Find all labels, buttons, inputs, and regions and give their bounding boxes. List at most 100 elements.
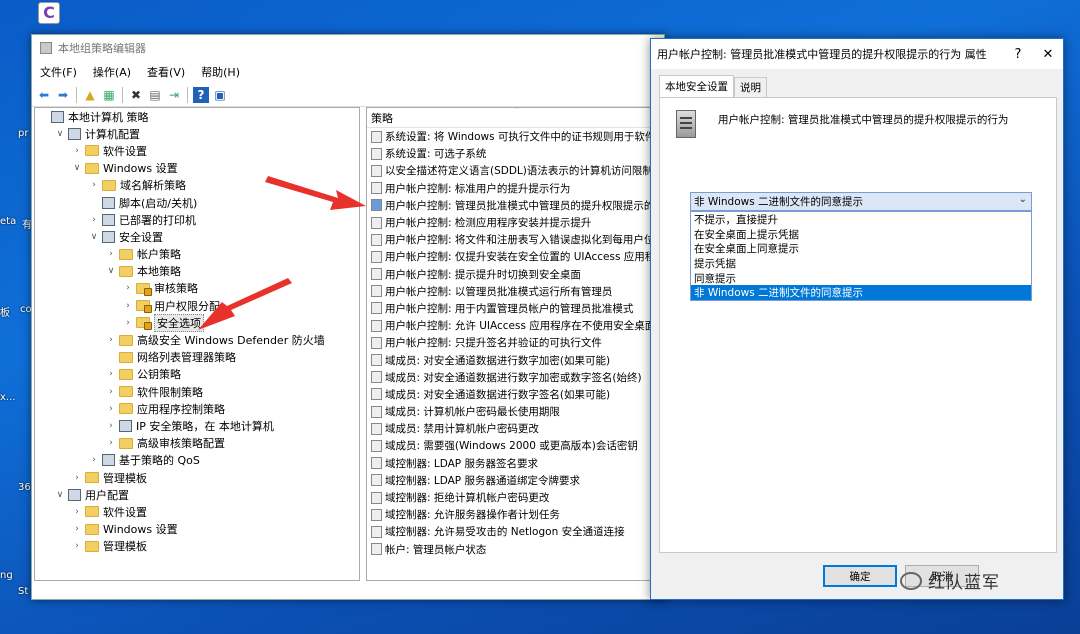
expand-right-icon[interactable]: ›: [122, 283, 134, 293]
policy-row[interactable]: 域成员: 对安全通道数据进行数字加密(如果可能): [367, 351, 659, 368]
expand-down-icon[interactable]: ∨: [54, 129, 66, 139]
menu-view[interactable]: 查看(V): [145, 62, 187, 82]
dropdown-option[interactable]: 非 Windows 二进制文件的同意提示: [691, 285, 1031, 301]
tree-item[interactable]: › 管理模板: [35, 538, 359, 555]
dropdown-option[interactable]: 不提示，直接提升: [691, 212, 1031, 227]
expand-down-icon[interactable]: ∨: [88, 232, 100, 242]
tree-item[interactable]: ∨ 本地策略: [35, 263, 359, 280]
policy-row[interactable]: 帐户: 管理员帐户状态: [367, 541, 659, 558]
expand-right-icon[interactable]: ›: [105, 404, 117, 414]
up-folder-icon[interactable]: ▲: [82, 87, 98, 103]
properties-icon[interactable]: ▤: [147, 87, 163, 103]
tree-item[interactable]: › Windows 设置: [35, 521, 359, 538]
tree-item[interactable]: 本地计算机 策略: [35, 108, 359, 125]
expand-down-icon[interactable]: ∨: [54, 490, 66, 500]
policy-row[interactable]: 域控制器: LDAP 服务器签名要求: [367, 455, 659, 472]
forward-icon[interactable]: ➡: [55, 87, 71, 103]
menu-file[interactable]: 文件(F): [38, 62, 79, 82]
dropdown-option[interactable]: 同意提示: [691, 271, 1031, 286]
expand-right-icon[interactable]: ›: [105, 438, 117, 448]
tree-item[interactable]: › 管理模板: [35, 469, 359, 486]
tree-item[interactable]: ∨ Windows 设置: [35, 160, 359, 177]
tree-item[interactable]: ∨ 安全设置: [35, 228, 359, 245]
help-icon[interactable]: ?: [193, 86, 209, 103]
dropdown-option[interactable]: 在安全桌面上提示凭据: [691, 227, 1031, 242]
tree-item[interactable]: › 高级安全 Windows Defender 防火墙: [35, 331, 359, 348]
expand-right-icon[interactable]: ›: [122, 301, 134, 311]
export-list-icon[interactable]: ⇥: [166, 87, 182, 103]
show-tree-icon[interactable]: ▦: [101, 87, 117, 103]
tree-item[interactable]: › IP 安全策略，在 本地计算机: [35, 417, 359, 434]
policy-row[interactable]: 用户帐户控制: 用于内置管理员帐户的管理员批准模式: [367, 300, 659, 317]
expand-right-icon[interactable]: ›: [105, 387, 117, 397]
expand-right-icon[interactable]: ›: [105, 335, 117, 345]
policy-row[interactable]: 域控制器: 拒绝计算机帐户密码更改: [367, 489, 659, 506]
tree-item[interactable]: › 软件限制策略: [35, 383, 359, 400]
tree-item[interactable]: 网络列表管理器策略: [35, 349, 359, 366]
policy-row[interactable]: 域成员: 禁用计算机帐户密码更改: [367, 420, 659, 437]
window-titlebar[interactable]: 本地组策略编辑器: [32, 35, 664, 61]
tree-item[interactable]: › 用户权限分配: [35, 297, 359, 314]
tree-item[interactable]: › 软件设置: [35, 142, 359, 159]
desktop-app-icon[interactable]: C: [38, 2, 60, 24]
policy-row[interactable]: 用户帐户控制: 仅提升安装在安全位置的 UIAccess 应用程序: [367, 248, 659, 265]
tree-item[interactable]: › 公钥策略: [35, 366, 359, 383]
tab-local-security-setting[interactable]: 本地安全设置: [659, 75, 734, 97]
expand-right-icon[interactable]: ›: [71, 524, 83, 534]
expand-right-icon[interactable]: ›: [88, 455, 100, 465]
dropdown-option[interactable]: 在安全桌面上同意提示: [691, 241, 1031, 256]
prompt-behavior-dropdown[interactable]: 非 Windows 二进制文件的同意提示 ⌄: [690, 192, 1032, 211]
tree-item[interactable]: ∨ 用户配置: [35, 486, 359, 503]
expand-right-icon[interactable]: ›: [122, 318, 134, 328]
policy-row[interactable]: 域控制器: 允许服务器操作者计划任务: [367, 506, 659, 523]
policy-row[interactable]: 以安全描述符定义语言(SDDL)语法表示的计算机访问限制: [367, 162, 659, 179]
tree-item[interactable]: › 软件设置: [35, 503, 359, 520]
tree-item[interactable]: 脚本(启动/关机): [35, 194, 359, 211]
dialog-titlebar[interactable]: 用户帐户控制: 管理员批准模式中管理员的提升权限提示的行为 属性 ? ✕: [651, 39, 1063, 69]
tree-item[interactable]: › 基于策略的 QoS: [35, 452, 359, 469]
expand-right-icon[interactable]: ›: [71, 507, 83, 517]
policy-row[interactable]: 用户帐户控制: 只提升签名并验证的可执行文件: [367, 334, 659, 351]
tree-item[interactable]: ∨ 计算机配置: [35, 125, 359, 142]
policy-row[interactable]: 域控制器: LDAP 服务器通道绑定令牌要求: [367, 472, 659, 489]
expand-right-icon[interactable]: ›: [71, 473, 83, 483]
tab-explain[interactable]: 说明: [734, 77, 767, 97]
policy-row[interactable]: 域成员: 需要强(Windows 2000 或更高版本)会话密钥: [367, 437, 659, 454]
policy-row[interactable]: 域控制器: 允许易受攻击的 Netlogon 安全通道连接: [367, 523, 659, 540]
expand-right-icon[interactable]: ›: [105, 369, 117, 379]
tree-item[interactable]: › 审核策略: [35, 280, 359, 297]
expand-right-icon[interactable]: ›: [105, 421, 117, 431]
policy-row[interactable]: 系统设置: 可选子系统: [367, 145, 659, 162]
tree-item[interactable]: › 高级审核策略配置: [35, 435, 359, 452]
expand-right-icon[interactable]: ›: [88, 180, 100, 190]
policy-row[interactable]: 用户帐户控制: 允许 UIAccess 应用程序在不使用安全桌面...: [367, 317, 659, 334]
policy-row[interactable]: 用户帐户控制: 标准用户的提升提示行为: [367, 180, 659, 197]
menu-action[interactable]: 操作(A): [91, 62, 133, 82]
dropdown-option[interactable]: 提示凭据: [691, 256, 1031, 271]
policy-row[interactable]: 用户帐户控制: 管理员批准模式中管理员的提升权限提示的...: [367, 197, 659, 214]
back-icon[interactable]: ⬅: [36, 87, 52, 103]
tree-item[interactable]: › 帐户策略: [35, 246, 359, 263]
help-question-button[interactable]: ?: [1003, 47, 1033, 62]
delete-icon[interactable]: ✖: [128, 87, 144, 103]
policy-row[interactable]: 用户帐户控制: 检测应用程序安装并提示提升: [367, 214, 659, 231]
menu-help[interactable]: 帮助(H): [199, 62, 242, 82]
expand-right-icon[interactable]: ›: [71, 146, 83, 156]
expand-right-icon[interactable]: ›: [105, 249, 117, 259]
tree-item[interactable]: › 域名解析策略: [35, 177, 359, 194]
expand-right-icon[interactable]: ›: [71, 541, 83, 551]
expand-down-icon[interactable]: ∨: [105, 266, 117, 276]
console-icon[interactable]: ▣: [212, 87, 228, 103]
policy-row[interactable]: 域成员: 对安全通道数据进行数字签名(如果可能): [367, 386, 659, 403]
policy-row[interactable]: 域成员: 计算机帐户密码最长使用期限: [367, 403, 659, 420]
policy-row[interactable]: 用户帐户控制: 将文件和注册表写入错误虚拟化到每用户位置: [367, 231, 659, 248]
expand-right-icon[interactable]: ›: [88, 215, 100, 225]
close-button[interactable]: ✕: [1033, 47, 1063, 62]
ok-button[interactable]: 确定: [823, 565, 897, 587]
column-header-policy[interactable]: 策略 ⌃: [367, 108, 659, 128]
tree-item[interactable]: › 安全选项: [35, 313, 359, 332]
expand-down-icon[interactable]: ∨: [71, 163, 83, 173]
policy-row[interactable]: 用户帐户控制: 以管理员批准模式运行所有管理员: [367, 283, 659, 300]
horizontal-scrollbar[interactable]: [366, 581, 660, 595]
policy-row[interactable]: 用户帐户控制: 提示提升时切换到安全桌面: [367, 266, 659, 283]
